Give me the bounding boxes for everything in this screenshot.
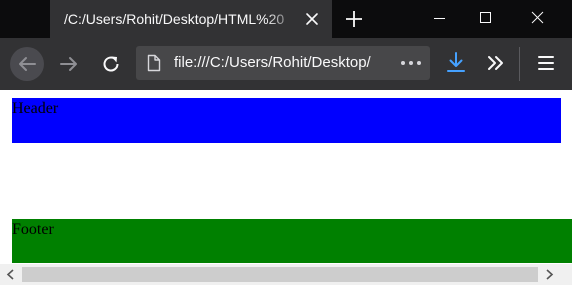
minimize-icon bbox=[434, 18, 445, 19]
tab-title: /C:/Users/Rohit/Desktop/HTML%20 bbox=[64, 11, 285, 27]
tab-strip-spacer bbox=[0, 0, 50, 38]
page-icon bbox=[145, 54, 163, 72]
footer-text: Footer bbox=[12, 221, 54, 238]
navigation-toolbar: file:///C:/Users/Rohit/Desktop/ bbox=[0, 38, 572, 90]
url-text: file:///C:/Users/Rohit/Desktop/ bbox=[174, 54, 371, 71]
active-tab[interactable]: /C:/Users/Rohit/Desktop/HTML%20 bbox=[50, 0, 332, 38]
back-arrow-icon bbox=[19, 57, 36, 71]
scrollbar-thumb[interactable] bbox=[22, 267, 538, 282]
reload-button[interactable] bbox=[94, 47, 128, 81]
forward-button[interactable] bbox=[52, 47, 86, 81]
new-tab-button[interactable] bbox=[340, 5, 368, 33]
tab-bar: /C:/Users/Rohit/Desktop/HTML%20 bbox=[0, 0, 572, 38]
close-window-icon bbox=[531, 11, 544, 24]
close-window-button[interactable] bbox=[512, 0, 564, 38]
footer-block: Footer bbox=[12, 219, 572, 263]
scroll-left-arrow-icon[interactable] bbox=[0, 264, 22, 285]
header-text: Header bbox=[12, 100, 59, 117]
chevron-double-right-icon bbox=[488, 56, 503, 70]
scrollbar-corner bbox=[560, 264, 572, 285]
maximize-button[interactable] bbox=[460, 0, 512, 38]
download-button[interactable] bbox=[440, 47, 472, 79]
scroll-right-arrow-icon[interactable] bbox=[538, 264, 560, 285]
overflow-menu-button[interactable] bbox=[480, 47, 512, 79]
toolbar-separator bbox=[519, 47, 520, 81]
horizontal-scrollbar[interactable] bbox=[0, 264, 572, 285]
hamburger-menu-icon bbox=[538, 56, 554, 70]
address-bar[interactable]: file:///C:/Users/Rohit/Desktop/ bbox=[136, 46, 430, 80]
more-actions-icon[interactable] bbox=[398, 54, 424, 72]
back-button[interactable] bbox=[10, 47, 44, 81]
download-icon bbox=[447, 52, 465, 72]
header-block: Header bbox=[12, 98, 561, 143]
forward-arrow-icon bbox=[60, 57, 77, 71]
plus-icon bbox=[346, 11, 362, 27]
maximize-icon bbox=[480, 12, 491, 23]
minimize-button[interactable] bbox=[414, 0, 466, 38]
page-viewport: Header Footer bbox=[0, 90, 572, 285]
main-menu-button[interactable] bbox=[530, 47, 562, 79]
reload-icon bbox=[103, 56, 119, 72]
close-icon[interactable] bbox=[302, 9, 322, 29]
